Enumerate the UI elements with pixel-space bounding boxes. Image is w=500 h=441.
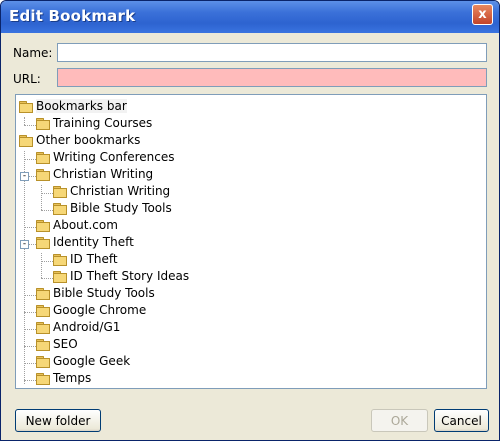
tree-item[interactable]: Identity Theft <box>36 233 134 250</box>
ok-button[interactable]: OK <box>371 409 428 432</box>
tree-item[interactable]: Other bookmarks <box>19 131 140 148</box>
tree-item[interactable]: SEO <box>36 335 78 352</box>
tree-line <box>24 329 36 330</box>
tree-line <box>24 117 25 125</box>
tree-item-label: About.com <box>53 217 118 232</box>
close-icon[interactable]: x <box>472 4 493 25</box>
folder-icon <box>19 134 33 147</box>
tree-item-label: Writing Conferences <box>53 149 175 164</box>
tree-item[interactable]: Christian Writing <box>53 182 170 199</box>
folder-icon <box>36 372 50 385</box>
tree-line <box>24 346 36 347</box>
folder-icon <box>53 253 67 266</box>
tree-line <box>24 125 36 126</box>
tree-item-label: ID Theft <box>70 251 118 266</box>
folder-icon <box>36 304 50 317</box>
folder-icon <box>36 338 50 351</box>
tree-item[interactable]: Google Chrome <box>36 301 146 318</box>
tree-line <box>24 380 36 381</box>
folder-icon <box>36 117 50 130</box>
folder-icon <box>36 236 50 249</box>
tree-item[interactable]: ID Theft <box>53 250 118 267</box>
url-field[interactable] <box>57 68 487 87</box>
new-folder-button[interactable]: New folder <box>15 409 101 432</box>
url-label: URL: <box>13 72 41 86</box>
tree-item[interactable]: Training Courses <box>36 114 152 131</box>
tree-line <box>24 363 36 364</box>
folder-icon <box>36 287 50 300</box>
tree-item-label: ID Theft Story Ideas <box>70 268 190 283</box>
name-label: Name: <box>13 46 53 60</box>
folder-icon <box>36 321 50 334</box>
tree-item-label: Christian Writing <box>70 183 171 198</box>
title-bar[interactable]: Edit Bookmark x <box>1 1 499 33</box>
folder-open-icon <box>19 100 33 113</box>
folder-icon <box>36 151 50 164</box>
tree-item[interactable]: Android/G1 <box>36 318 120 335</box>
cancel-button[interactable]: Cancel <box>434 409 489 432</box>
folder-icon <box>53 202 67 215</box>
tree-item-label: Christian Writing <box>53 166 154 181</box>
tree-item[interactable]: Google Geek <box>36 352 130 369</box>
tree-line <box>41 210 53 211</box>
name-field[interactable] <box>57 43 487 62</box>
tree-line <box>24 312 36 313</box>
collapse-toggle[interactable]: - <box>20 240 29 249</box>
collapse-toggle[interactable]: - <box>20 172 29 181</box>
tree-item-label: Training Courses <box>53 115 153 130</box>
tree-item[interactable]: Temps <box>36 369 91 386</box>
folder-icon <box>36 168 50 181</box>
edit-bookmark-dialog: Edit Bookmark x Name: URL: - - Bookmarks… <box>0 0 500 441</box>
tree-item-label: Google Geek <box>53 353 131 368</box>
folder-icon <box>53 270 67 283</box>
tree-line <box>41 261 53 262</box>
tree-line <box>24 227 36 228</box>
tree-item[interactable]: Bible Study Tools <box>36 284 155 301</box>
tree-item-label: Android/G1 <box>53 319 121 334</box>
tree-item[interactable]: ID Theft Story Ideas <box>53 267 189 284</box>
tree-item-label: Bible Study Tools <box>53 285 155 300</box>
tree-line <box>41 253 42 278</box>
tree-item[interactable]: Writing Conferences <box>36 148 175 165</box>
tree-item-label: Bible Study Tools <box>70 200 172 215</box>
tree-item-label: Google Chrome <box>53 302 147 317</box>
tree-line <box>28 244 36 245</box>
tree-line <box>24 159 36 160</box>
tree-line <box>41 193 53 194</box>
tree-line <box>28 176 36 177</box>
tree-item-label: Other bookmarks <box>36 132 141 147</box>
bookmark-folder-tree[interactable]: - - Bookmarks bar Training Courses Other… <box>15 94 487 389</box>
tree-item-label: SEO <box>53 336 78 351</box>
dialog-title: Edit Bookmark <box>9 7 136 25</box>
tree-item-label: Temps <box>53 370 92 385</box>
folder-icon <box>36 355 50 368</box>
tree-line <box>24 295 36 296</box>
tree-line <box>41 278 53 279</box>
tree-item-label: Identity Theft <box>53 234 134 249</box>
tree-item-label: Bookmarks bar <box>36 98 127 113</box>
tree-item[interactable]: About.com <box>36 216 118 233</box>
tree-item[interactable]: Christian Writing <box>36 165 153 182</box>
tree-item[interactable]: Bible Study Tools <box>53 199 172 216</box>
tree-item[interactable]: Bookmarks bar <box>19 97 127 114</box>
folder-icon <box>36 219 50 232</box>
folder-icon <box>53 185 67 198</box>
tree-line <box>41 185 42 210</box>
tree-line <box>24 151 25 384</box>
